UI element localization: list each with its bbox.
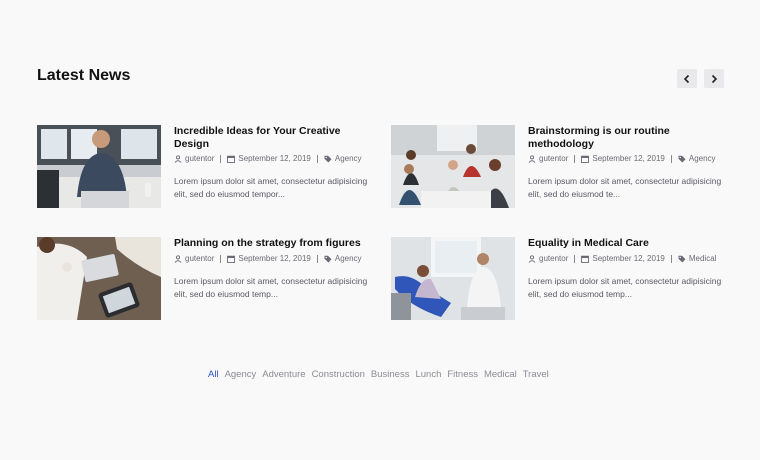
calendar-icon xyxy=(227,155,236,163)
tag-icon xyxy=(678,255,686,262)
post-meta: gutentor September 12, 2019 Agency xyxy=(528,154,728,164)
post-date: September 12, 2019 xyxy=(592,253,665,263)
post-excerpt: Lorem ipsum dolor sit amet, consectetur … xyxy=(528,176,722,199)
filter-adventure[interactable]: Adventure xyxy=(262,369,305,380)
post-excerpt: Lorem ipsum dolor sit amet, consectetur … xyxy=(174,275,368,299)
tag-icon xyxy=(324,255,332,262)
post-card: Equality in Medical Care gutentor Septem… xyxy=(391,237,731,321)
tag-icon xyxy=(324,155,332,163)
post-category[interactable]: Agency xyxy=(335,154,362,164)
post-author[interactable]: gutentor xyxy=(539,254,568,264)
post-meta: gutentor September 12, 2019 Agency xyxy=(174,154,374,164)
filter-lunch[interactable]: Lunch xyxy=(415,369,441,380)
filter-construction[interactable]: Construction xyxy=(312,369,365,380)
post-category[interactable]: Medical xyxy=(689,254,717,264)
carousel-nav xyxy=(677,69,724,88)
post-excerpt: Lorem ipsum dolor sit amet, consectetur … xyxy=(528,275,722,299)
post-title[interactable]: Incredible Ideas for Your Creative Desig… xyxy=(174,125,374,150)
section-title: Latest News xyxy=(37,67,131,84)
next-button[interactable] xyxy=(704,69,724,88)
user-icon xyxy=(528,155,536,163)
post-thumbnail[interactable] xyxy=(391,237,515,320)
post-author[interactable]: gutentor xyxy=(185,254,214,264)
post-title[interactable]: Equality in Medical Care xyxy=(528,237,728,250)
filter-medical[interactable]: Medical xyxy=(484,369,517,380)
category-filters: All Agency Adventure Construction Busine… xyxy=(208,369,549,380)
post-category[interactable]: Agency xyxy=(689,154,716,164)
tag-icon xyxy=(678,155,686,163)
post-card: Incredible Ideas for Your Creative Desig… xyxy=(37,125,377,209)
post-title[interactable]: Planning on the strategy from figures xyxy=(174,237,374,250)
post-thumbnail[interactable] xyxy=(391,125,515,208)
chevron-left-icon xyxy=(683,74,690,83)
calendar-icon xyxy=(581,155,590,163)
user-icon xyxy=(174,155,182,163)
filter-fitness[interactable]: Fitness xyxy=(447,369,478,380)
calendar-icon xyxy=(227,255,236,263)
post-category[interactable]: Agency xyxy=(335,254,362,264)
post-date: September 12, 2019 xyxy=(238,253,311,263)
post-author[interactable]: gutentor xyxy=(185,154,214,164)
post-author[interactable]: gutentor xyxy=(539,154,568,164)
post-date: September 12, 2019 xyxy=(238,154,311,163)
user-icon xyxy=(174,254,182,263)
post-thumbnail[interactable] xyxy=(37,125,161,208)
filter-all[interactable]: All xyxy=(208,369,219,380)
post-card: Brainstorming is our routine methodology… xyxy=(391,125,731,209)
filter-agency[interactable]: Agency xyxy=(225,369,257,380)
chevron-right-icon xyxy=(711,74,718,83)
post-date: September 12, 2019 xyxy=(592,154,665,163)
post-meta: gutentor September 12, 2019 Medical xyxy=(528,254,728,264)
user-icon xyxy=(528,254,536,263)
post-thumbnail[interactable] xyxy=(37,237,161,320)
filter-travel[interactable]: Travel xyxy=(523,369,549,380)
post-meta: gutentor September 12, 2019 Agency xyxy=(174,254,374,264)
post-card: Planning on the strategy from figures gu… xyxy=(37,237,377,321)
post-excerpt: Lorem ipsum dolor sit amet, consectetur … xyxy=(174,176,368,199)
calendar-icon xyxy=(581,255,590,263)
filter-business[interactable]: Business xyxy=(371,369,410,380)
prev-button[interactable] xyxy=(677,69,697,88)
post-title[interactable]: Brainstorming is our routine methodology xyxy=(528,125,728,150)
